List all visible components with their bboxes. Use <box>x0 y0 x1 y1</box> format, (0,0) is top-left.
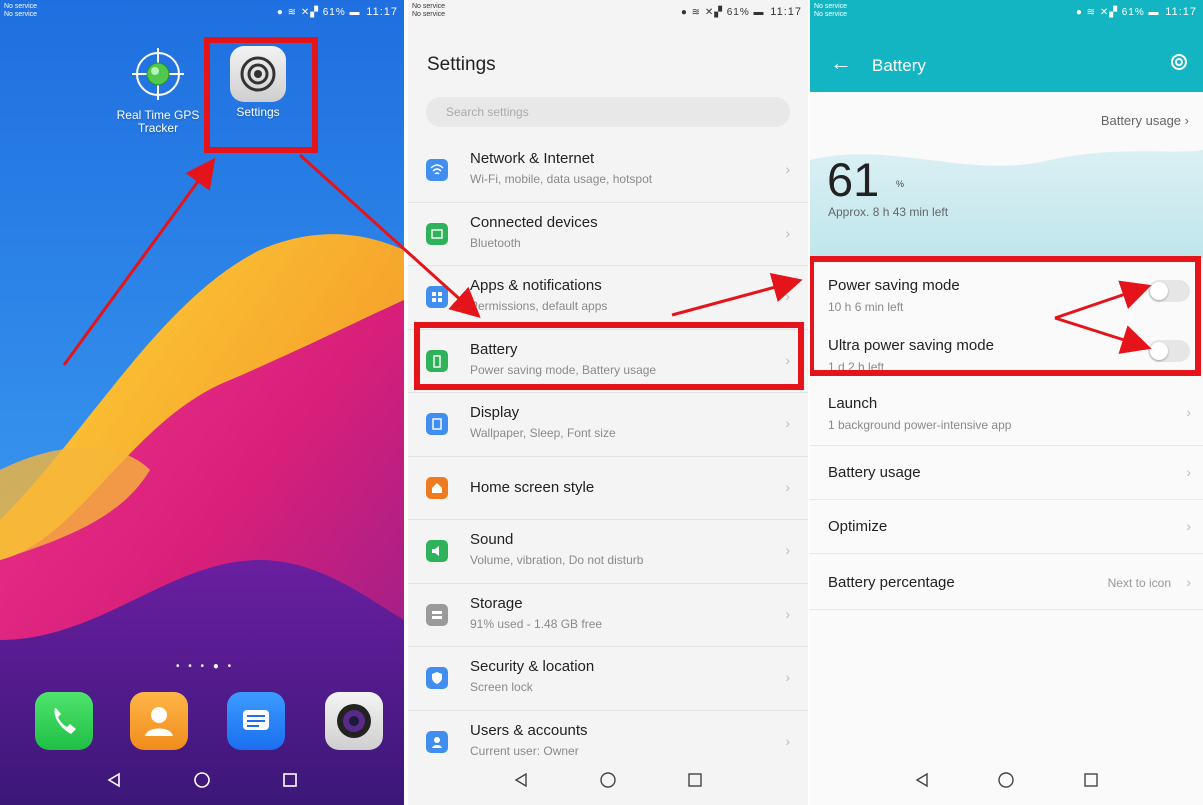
dock-camera-app[interactable] <box>325 692 383 750</box>
nav-bar <box>408 755 808 805</box>
settings-item-sound[interactable]: Sound Volume, vibration, Do not disturb … <box>408 520 808 584</box>
battery-panel: No service No service ● ≋ ✕▞ 61% ▬ 11:17… <box>810 0 1203 805</box>
status-icons: ● ≋ ✕▞ 61% ▬ 11:17 <box>276 6 398 18</box>
back-nav-button[interactable] <box>509 768 533 792</box>
settings-item-connected-devices[interactable]: Connected devices Bluetooth › <box>408 203 808 266</box>
contacts-icon <box>145 707 173 736</box>
dnd-icon: ● <box>1075 7 1083 18</box>
battery-usage-row[interactable]: Battery usage › <box>810 446 1203 500</box>
settings-item-security[interactable]: Security & location Screen lock › <box>408 647 808 711</box>
carrier-text: No service No service <box>4 3 38 18</box>
sound-icon <box>426 540 448 563</box>
back-arrow-icon[interactable]: ← <box>830 50 852 76</box>
recents-nav-button[interactable] <box>683 768 707 792</box>
settings-item-apps[interactable]: Apps & notifications Permissions, defaul… <box>408 266 808 330</box>
status-icons: ● ≋ ✕▞ 61% ▬ 11:17 <box>1075 6 1197 18</box>
chevron-right-icon: › <box>1186 404 1191 420</box>
carrier-text: No service No service <box>814 3 848 18</box>
recents-nav-button[interactable] <box>1079 768 1103 792</box>
status-bar: No service No service ● ≋ ✕▞ 61% ▬ 11:17 <box>0 0 404 28</box>
chevron-right-icon: › <box>785 732 790 749</box>
battery-percent: 61 <box>827 153 880 206</box>
battery-icon: ▬ <box>753 7 765 18</box>
home-nav-button[interactable] <box>596 768 620 792</box>
battery-percent-unit: % <box>896 179 905 189</box>
status-bar: No service No service ● ≋ ✕▞ 61% ▬ 11:17 <box>810 0 1203 28</box>
settings-panel: No service No service ● ≋ ✕▞ 61% ▬ 11:17… <box>408 0 808 805</box>
signal-icon: ✕▞ <box>1099 7 1118 18</box>
chevron-right-icon: › <box>785 669 790 686</box>
highlight-power-saving-options <box>810 256 1201 376</box>
chevron-right-icon: › <box>1184 113 1189 128</box>
search-input[interactable]: Search settings <box>426 97 790 127</box>
page-title: Battery <box>872 56 926 75</box>
settings-item-network[interactable]: Network & Internet Wi-Fi, mobile, data u… <box>408 139 808 203</box>
chevron-right-icon: › <box>785 478 790 495</box>
user-icon <box>426 730 448 753</box>
carrier-text: No service No service <box>412 3 446 18</box>
settings-item-display[interactable]: Display Wallpaper, Sleep, Font size › <box>408 393 808 457</box>
highlight-battery-item <box>414 322 804 390</box>
dnd-icon: ● <box>276 7 284 18</box>
battery-usage-link[interactable]: Battery usage › <box>1101 113 1189 128</box>
display-icon <box>426 413 448 436</box>
gear-icon[interactable] <box>1169 52 1189 77</box>
dock-contacts-app[interactable] <box>130 692 188 750</box>
home-icon <box>426 476 448 499</box>
chevron-right-icon: › <box>785 605 790 622</box>
settings-list: Network & Internet Wi-Fi, mobile, data u… <box>408 139 808 774</box>
settings-item-storage[interactable]: Storage 91% used - 1.48 GB free › <box>408 584 808 647</box>
signal-icon: ✕▞ <box>300 7 319 18</box>
nav-bar <box>0 755 404 805</box>
status-bar: No service No service ● ≋ ✕▞ 61% ▬ 11:17 <box>408 0 808 28</box>
wifi-icon <box>426 159 448 182</box>
battery-icon: ▬ <box>349 7 361 18</box>
dock-phone-app[interactable] <box>35 692 93 750</box>
chevron-right-icon: › <box>785 161 790 178</box>
phone-icon <box>54 708 76 734</box>
messages-icon <box>243 710 269 730</box>
dnd-icon: ● <box>680 7 688 18</box>
launch-row[interactable]: Launch 1 background power-intensive app … <box>810 382 1203 446</box>
wifi-icon: ≋ <box>1086 7 1097 18</box>
dock-messages-app[interactable] <box>227 692 285 750</box>
shield-icon <box>426 667 448 690</box>
chevron-right-icon: › <box>785 288 790 305</box>
signal-icon: ✕▞ <box>704 7 723 18</box>
chevron-right-icon: › <box>1186 518 1191 534</box>
apps-icon <box>426 286 448 309</box>
devices-icon <box>426 222 448 245</box>
chevron-right-icon: › <box>785 542 790 559</box>
status-icons: ● ≋ ✕▞ 61% ▬ 11:17 <box>680 6 802 18</box>
nav-bar <box>810 755 1203 805</box>
wifi-icon: ≋ <box>287 7 298 18</box>
page-title: Settings <box>427 54 496 75</box>
wifi-icon: ≋ <box>691 7 702 18</box>
home-nav-button[interactable] <box>190 768 214 792</box>
page-indicator: • • • ● • <box>176 661 235 672</box>
chevron-right-icon: › <box>1186 464 1191 480</box>
storage-icon <box>426 603 448 626</box>
battery-time-left: Approx. 8 h 43 min left <box>828 205 949 219</box>
optimize-row[interactable]: Optimize › <box>810 500 1203 554</box>
back-nav-button[interactable] <box>910 768 934 792</box>
settings-item-home-screen-style[interactable]: Home screen style › <box>408 457 808 520</box>
recents-nav-button[interactable] <box>278 768 302 792</box>
home-screen-panel: No service No service ● ≋ ✕▞ 61% ▬ 11:17… <box>0 0 404 805</box>
battery-percentage-row[interactable]: Battery percentage Next to icon › <box>810 554 1203 610</box>
chevron-right-icon: › <box>785 224 790 241</box>
chevron-right-icon: › <box>785 415 790 432</box>
app-gps-tracker[interactable]: Real Time GPS Tracker <box>103 46 213 135</box>
highlight-settings-app <box>204 37 318 153</box>
battery-icon: ▬ <box>1148 7 1160 18</box>
chevron-right-icon: › <box>1186 574 1191 590</box>
back-nav-button[interactable] <box>102 768 126 792</box>
gps-tracker-icon <box>132 48 184 100</box>
camera-icon <box>337 704 371 738</box>
home-nav-button[interactable] <box>994 768 1018 792</box>
